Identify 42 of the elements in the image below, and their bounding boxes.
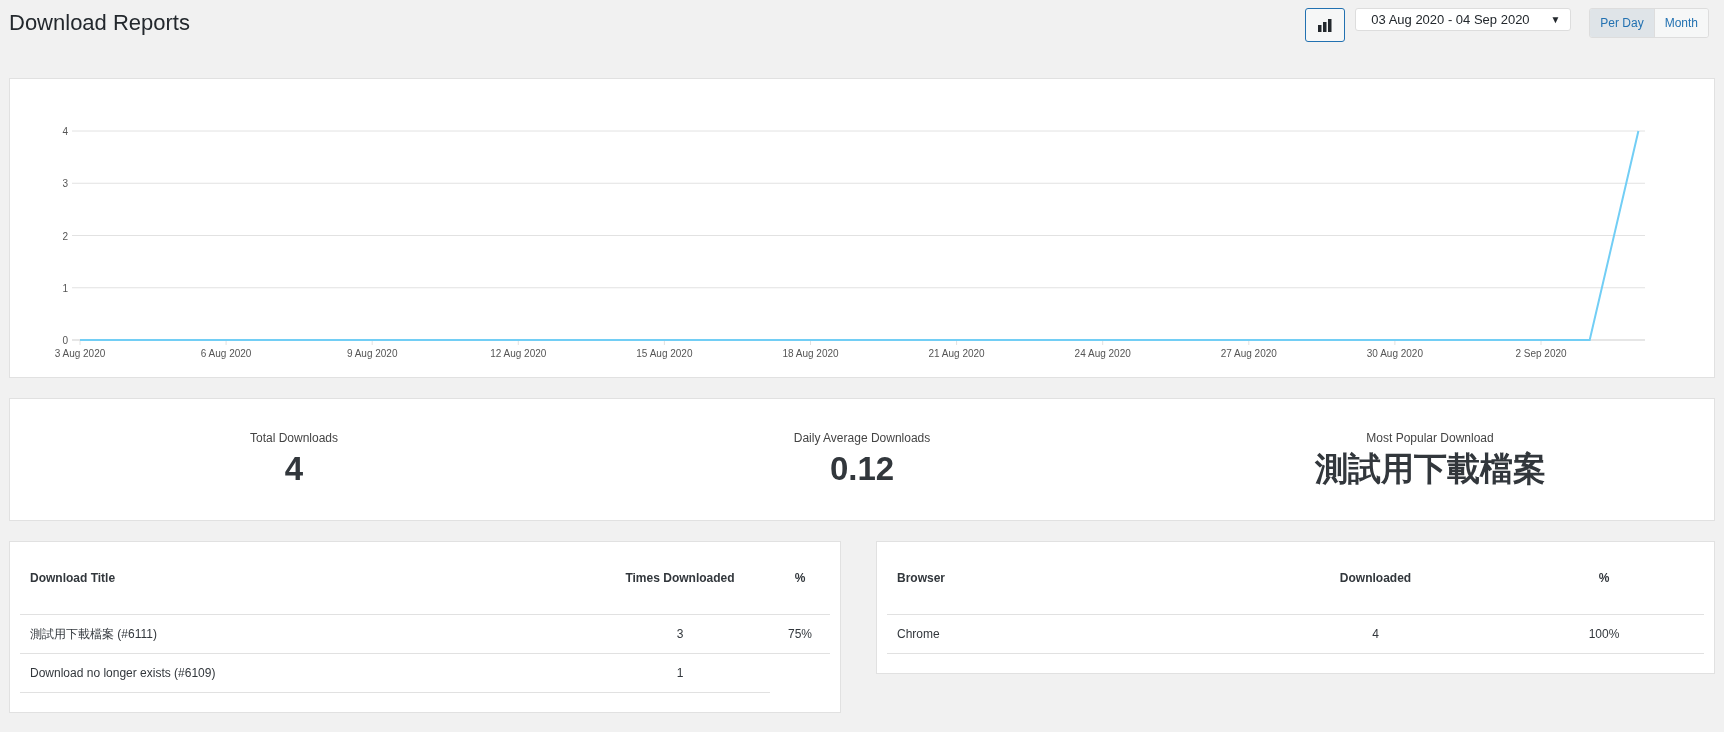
x-tick-label: 3 Aug 2020 [54,348,106,359]
table-cell: 1 [590,653,770,693]
x-tick-label: 24 Aug 2020 [1074,348,1131,359]
y-tick-label: 0 [62,335,68,346]
table-cell: Download no longer exists (#6109) [20,653,590,693]
table-cell: Chrome [887,614,1247,654]
y-tick-label: 3 [62,178,68,190]
y-tick-label: 2 [62,230,68,242]
table-cell: 3 [590,614,770,654]
bar-chart-icon [1318,18,1333,32]
chart-button[interactable] [1305,8,1346,42]
x-tick-label: 21 Aug 2020 [928,348,985,359]
stat-value: 4 [284,448,304,489]
stat-value: 測試用下載檔案 [1314,448,1546,489]
stat-value: 0.12 [829,448,895,489]
page-title: Download Reports [9,9,190,37]
column-header: Downloaded [1247,542,1504,615]
stat-label: Daily Average Downloads [793,429,931,447]
column-header: Times Downloaded [590,542,770,615]
stat-label: Most Popular Download [1366,429,1494,447]
column-header: Download Title [20,542,590,615]
period-tab[interactable]: Per Day [1590,9,1654,37]
x-tick-label: 6 Aug 2020 [200,348,252,359]
table-cell: 測試用下載檔案 (#6111) [20,614,590,654]
y-tick-label: 4 [62,126,68,137]
stat-label: Total Downloads [249,429,339,447]
x-tick-label: 15 Aug 2020 [636,348,693,359]
x-tick-label: 9 Aug 2020 [346,348,398,359]
period-tab[interactable]: Month [1653,9,1708,37]
y-tick-label: 1 [62,282,68,294]
x-tick-label: 12 Aug 2020 [490,348,547,359]
table-cell: 4 [1247,614,1504,654]
column-header: % [1504,542,1704,615]
column-header: % [770,542,830,615]
x-tick-label: 18 Aug 2020 [782,348,839,359]
x-tick-label: 2 Sep 2020 [1515,348,1567,359]
table-cell: 100% [1504,614,1704,654]
date-range-dropdown[interactable]: 03 Aug 2020 - 04 Sep 2020 ▼ [1355,8,1572,31]
table-cell: 75% [770,614,830,654]
x-tick-label: 27 Aug 2020 [1220,348,1277,359]
x-tick-label: 30 Aug 2020 [1366,348,1423,359]
column-header: Browser [887,542,1247,615]
